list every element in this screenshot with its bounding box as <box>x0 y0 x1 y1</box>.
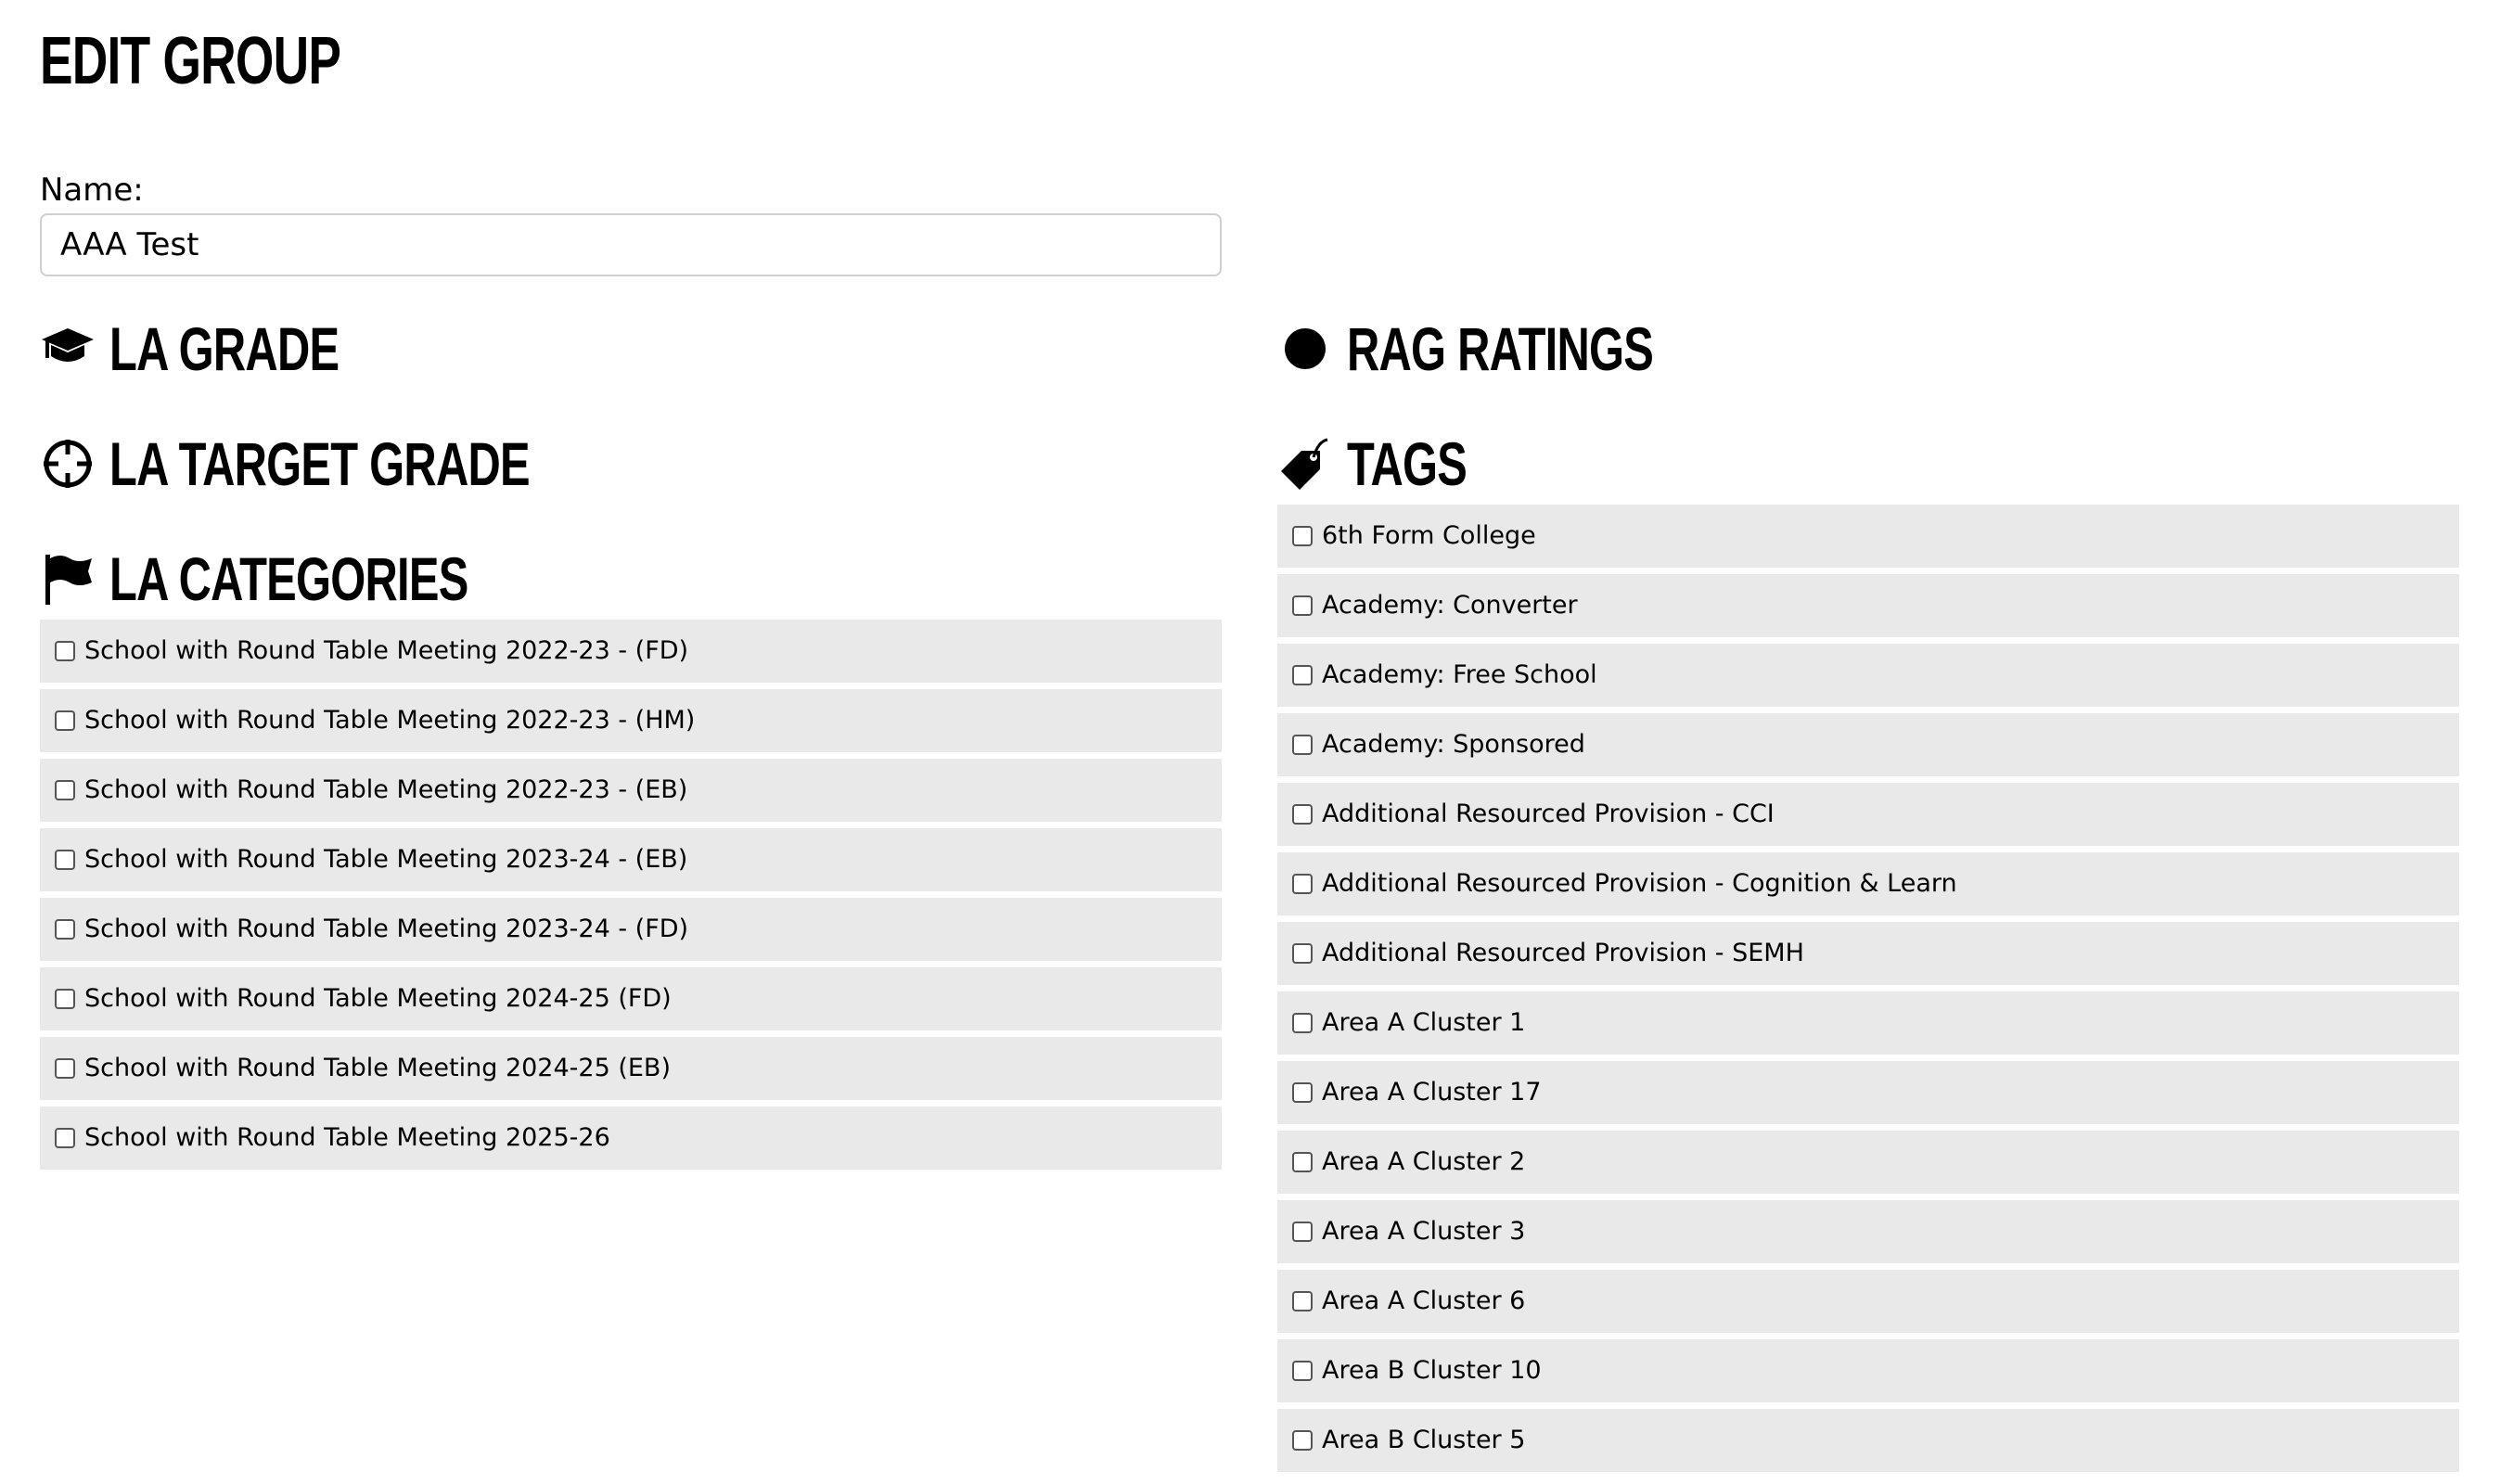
category-checkbox[interactable] <box>55 641 75 661</box>
category-checkbox[interactable] <box>55 989 75 1009</box>
la-target-grade-title: LA TARGET GRADE <box>109 429 531 498</box>
list-item-label: School with Round Table Meeting 2023-24 … <box>84 915 689 943</box>
list-item-label: 6th Form College <box>1322 521 1536 550</box>
list-item[interactable]: School with Round Table Meeting 2025-26 <box>40 1107 1222 1170</box>
list-item[interactable]: School with Round Table Meeting 2022-23 … <box>40 759 1222 822</box>
list-item-label: Academy: Free School <box>1322 660 1597 689</box>
category-checkbox[interactable] <box>55 919 75 940</box>
list-item-label: School with Round Table Meeting 2022-23 … <box>84 706 696 735</box>
list-item[interactable]: Academy: Converter <box>1277 574 2459 637</box>
tags-heading: TAGS <box>1277 430 2459 497</box>
list-item-label: Area A Cluster 2 <box>1322 1147 1526 1176</box>
la-target-grade-heading: LA TARGET GRADE <box>40 430 1222 497</box>
crosshairs-icon <box>40 436 96 492</box>
rag-ratings-title: RAG RATINGS <box>1347 314 1654 383</box>
list-item[interactable]: Area A Cluster 3 <box>1277 1200 2459 1263</box>
category-checkbox[interactable] <box>55 850 75 870</box>
name-input[interactable] <box>40 213 1222 276</box>
category-checkbox[interactable] <box>55 1128 75 1148</box>
tag-checkbox[interactable] <box>1292 1222 1313 1242</box>
tag-checkbox[interactable] <box>1292 874 1313 894</box>
tag-checkbox[interactable] <box>1292 735 1313 755</box>
list-item-label: Academy: Converter <box>1322 591 1578 620</box>
la-grade-title: LA GRADE <box>109 314 340 383</box>
la-categories-title: LA CATEGORIES <box>109 544 468 613</box>
tag-checkbox[interactable] <box>1292 1082 1313 1103</box>
list-item-label: School with Round Table Meeting 2023-24 … <box>84 845 688 874</box>
list-item-label: School with Round Table Meeting 2025-26 <box>84 1123 610 1152</box>
list-item[interactable]: Additional Resourced Provision - CCI <box>1277 783 2459 846</box>
list-item-label: Additional Resourced Provision - CCI <box>1322 800 1775 828</box>
list-item[interactable]: Academy: Free School <box>1277 644 2459 707</box>
list-item-label: Area A Cluster 6 <box>1322 1286 1526 1315</box>
tag-checkbox[interactable] <box>1292 526 1313 546</box>
list-item[interactable]: Area A Cluster 6 <box>1277 1270 2459 1333</box>
tag-checkbox[interactable] <box>1292 943 1313 964</box>
list-item-label: Area A Cluster 17 <box>1322 1078 1542 1107</box>
tag-checkbox[interactable] <box>1292 1013 1313 1033</box>
list-item[interactable]: School with Round Table Meeting 2023-24 … <box>40 828 1222 891</box>
la-categories-list: School with Round Table Meeting 2022-23 … <box>40 620 1222 1170</box>
tag-checkbox[interactable] <box>1292 665 1313 685</box>
category-checkbox[interactable] <box>55 780 75 800</box>
list-item[interactable]: 6th Form College <box>1277 505 2459 568</box>
category-checkbox[interactable] <box>55 1058 75 1079</box>
tag-checkbox[interactable] <box>1292 1291 1313 1311</box>
graduation-cap-icon <box>40 321 96 377</box>
list-item[interactable]: School with Round Table Meeting 2022-23 … <box>40 620 1222 683</box>
page-title: EDIT GROUP <box>40 24 341 98</box>
la-categories-heading: LA CATEGORIES <box>40 545 1222 612</box>
list-item-label: Area B Cluster 5 <box>1322 1426 1526 1454</box>
tag-checkbox[interactable] <box>1292 1152 1313 1172</box>
list-item-label: Area A Cluster 3 <box>1322 1217 1526 1246</box>
list-item-label: School with Round Table Meeting 2022-23 … <box>84 775 688 804</box>
rag-ratings-heading: RAG RATINGS <box>1277 315 2459 382</box>
list-item-label: Academy: Sponsored <box>1322 730 1585 759</box>
list-item-label: School with Round Table Meeting 2024-25 … <box>84 984 672 1013</box>
name-label: Name: <box>40 172 144 209</box>
list-item[interactable]: Additional Resourced Provision - Cogniti… <box>1277 852 2459 915</box>
tag-checkbox[interactable] <box>1292 1361 1313 1381</box>
right-column: RAG RATINGS TAGS 6th Form College Academ… <box>1277 315 2459 1478</box>
tag-checkbox[interactable] <box>1292 1430 1313 1451</box>
list-item-label: Additional Resourced Provision - Cogniti… <box>1322 869 1957 898</box>
tags-list: 6th Form College Academy: Converter Acad… <box>1277 505 2459 1472</box>
list-item[interactable]: School with Round Table Meeting 2022-23 … <box>40 689 1222 752</box>
list-item[interactable]: School with Round Table Meeting 2024-25 … <box>40 1037 1222 1100</box>
left-column: LA GRADE LA TARGET GRADE LA CATEGORIES S… <box>40 315 1222 1176</box>
list-item[interactable]: School with Round Table Meeting 2024-25 … <box>40 967 1222 1030</box>
list-item[interactable]: Area A Cluster 17 <box>1277 1061 2459 1124</box>
list-item[interactable]: Area A Cluster 1 <box>1277 991 2459 1055</box>
list-item-label: Additional Resourced Provision - SEMH <box>1322 939 1804 967</box>
list-item[interactable]: School with Round Table Meeting 2023-24 … <box>40 898 1222 961</box>
tags-title: TAGS <box>1347 429 1467 498</box>
list-item[interactable]: Area B Cluster 5 <box>1277 1409 2459 1472</box>
list-item-label: School with Round Table Meeting 2024-25 … <box>84 1054 671 1082</box>
list-item-label: Area B Cluster 10 <box>1322 1356 1542 1385</box>
list-item[interactable]: Academy: Sponsored <box>1277 713 2459 776</box>
list-item[interactable]: Area B Cluster 10 <box>1277 1339 2459 1402</box>
list-item-label: Area A Cluster 1 <box>1322 1008 1526 1037</box>
flag-icon <box>40 551 96 607</box>
la-grade-heading: LA GRADE <box>40 315 1222 382</box>
tag-icon <box>1277 436 1333 492</box>
category-checkbox[interactable] <box>55 710 75 731</box>
list-item[interactable]: Additional Resourced Provision - SEMH <box>1277 922 2459 985</box>
circle-icon <box>1277 321 1333 377</box>
list-item-label: School with Round Table Meeting 2022-23 … <box>84 636 689 665</box>
list-item[interactable]: Area A Cluster 2 <box>1277 1131 2459 1194</box>
tag-checkbox[interactable] <box>1292 804 1313 825</box>
tag-checkbox[interactable] <box>1292 595 1313 616</box>
